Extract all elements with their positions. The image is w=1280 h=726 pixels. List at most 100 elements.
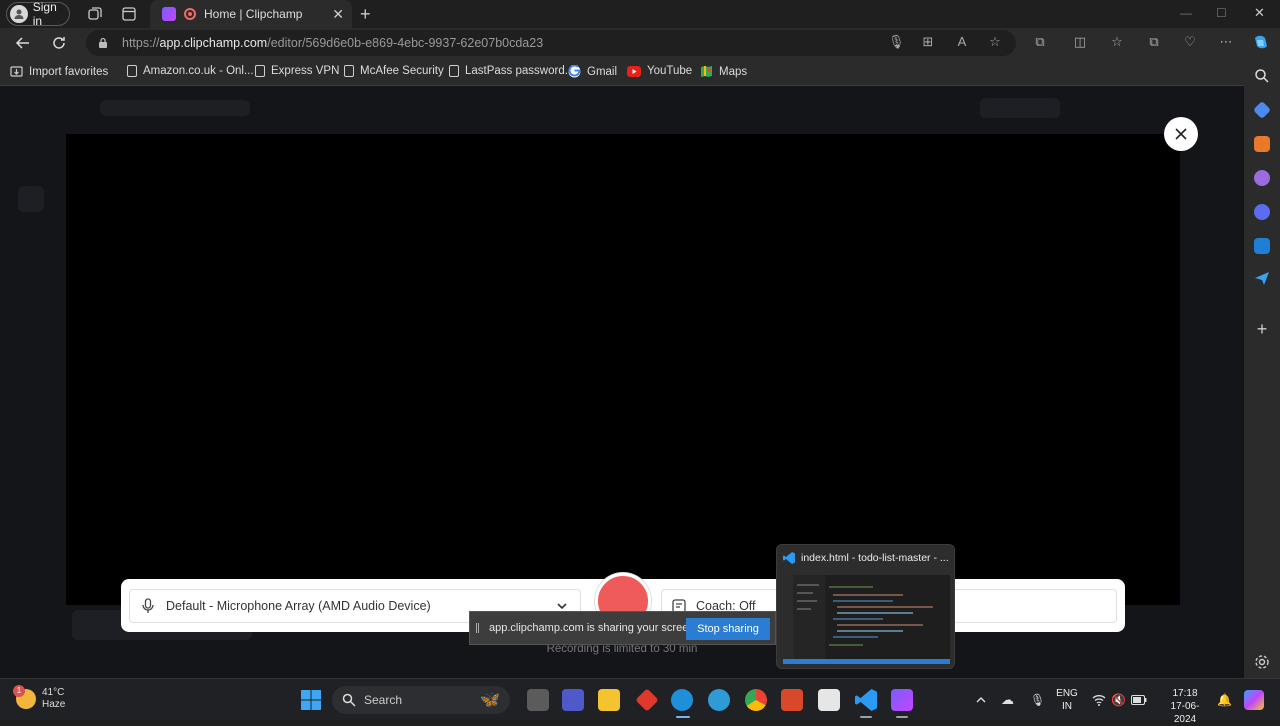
- microsoft-store-icon[interactable]: [818, 689, 840, 711]
- onedrive-icon[interactable]: ☁: [1001, 679, 1014, 721]
- language-code: ENG: [1056, 688, 1078, 699]
- close-window-icon[interactable]: ✕: [1254, 5, 1265, 21]
- page-icon: [449, 65, 459, 77]
- bookmark-youtube[interactable]: YouTube: [627, 65, 692, 77]
- search-icon[interactable]: [1254, 68, 1270, 84]
- workspaces-icon[interactable]: [86, 5, 104, 23]
- teams-icon[interactable]: [562, 689, 584, 711]
- language-indicator[interactable]: ENG IN: [1054, 687, 1080, 713]
- recording-indicator-icon: [184, 8, 196, 20]
- bookmark-gmail[interactable]: Gmail: [568, 65, 617, 78]
- wifi-icon[interactable]: [1092, 679, 1106, 721]
- drag-handle-icon[interactable]: [476, 623, 479, 633]
- file-explorer-icon[interactable]: [598, 689, 620, 711]
- outlook-icon[interactable]: [1254, 238, 1270, 254]
- tab-actions-icon[interactable]: [120, 5, 138, 23]
- windows-taskbar: 1 41°C Haze Search 🦋 ☁ 🎙 ENG IN 🔇 17:18 …: [0, 678, 1280, 725]
- drop-send-icon[interactable]: [1254, 270, 1270, 286]
- clock-time: 17:18: [1172, 688, 1198, 699]
- search-icon: [342, 693, 356, 707]
- url-prefix: https://: [122, 36, 160, 50]
- page-icon: [344, 65, 354, 77]
- more-menu-icon[interactable]: ⋯: [1218, 34, 1234, 50]
- add-sidebar-app-icon[interactable]: +: [1254, 320, 1270, 338]
- red-app-icon[interactable]: [635, 688, 659, 712]
- mic-tray-icon[interactable]: 🎙: [1030, 679, 1045, 721]
- page-icon: [127, 65, 137, 77]
- system-clock[interactable]: 17:18 17-06-2024: [1160, 687, 1210, 726]
- new-tab-icon[interactable]: +: [360, 4, 371, 25]
- edge-sidebar: +: [1244, 58, 1280, 678]
- search-placeholder: Search: [364, 693, 403, 707]
- title-bar: Sign in Home | Clipchamp ✕ + — ☐ ✕: [0, 0, 1280, 28]
- games-icon[interactable]: [1254, 170, 1270, 186]
- sidebar-settings-icon[interactable]: [1254, 654, 1270, 670]
- weather-condition: Haze: [42, 699, 66, 710]
- bookmark-mcafee[interactable]: McAfee Security: [344, 65, 444, 77]
- back-icon[interactable]: [14, 34, 32, 52]
- notifications-bell-icon[interactable]: 🔔: [1217, 679, 1232, 721]
- volume-muted-icon[interactable]: 🔇: [1111, 679, 1126, 721]
- clock-date: 17-06-2024: [1170, 701, 1200, 725]
- weather-widget[interactable]: 1 41°C Haze: [13, 685, 66, 711]
- internet-explorer-icon[interactable]: [708, 689, 730, 711]
- clipchamp-taskbar-icon[interactable]: [891, 689, 913, 711]
- start-button[interactable]: [300, 689, 322, 711]
- microphone-icon[interactable]: 🎙: [888, 34, 905, 50]
- window-thumbnail: [783, 575, 950, 664]
- copilot-icon[interactable]: [1252, 34, 1270, 52]
- bookmark-label: McAfee Security: [360, 65, 444, 77]
- bookmark-label: Import favorites: [29, 65, 109, 78]
- tab-clipchamp[interactable]: Home | Clipchamp ✕: [150, 0, 352, 28]
- stop-sharing-button[interactable]: Stop sharing: [686, 618, 770, 640]
- microphone-value: Default - Microphone Array (AMD Audio De…: [166, 599, 431, 613]
- copilot-taskbar-icon[interactable]: [1244, 690, 1264, 710]
- close-recorder-button[interactable]: [1164, 117, 1198, 151]
- screen-sharing-bar: app.clipchamp.com is sharing your screen…: [469, 611, 776, 645]
- chrome-icon[interactable]: [745, 689, 767, 711]
- address-bar[interactable]: https://app.clipchamp.com/editor/569d6e0…: [86, 30, 1016, 56]
- refresh-icon[interactable]: [50, 34, 68, 52]
- task-view-icon[interactable]: [527, 689, 549, 711]
- sign-in-button[interactable]: Sign in: [6, 0, 70, 28]
- taskbar-search[interactable]: Search 🦋: [332, 686, 510, 714]
- bookmark-label: Express VPN: [271, 65, 340, 77]
- microsoft-365-icon[interactable]: [1254, 204, 1270, 220]
- url-host: app.clipchamp.com: [159, 36, 268, 50]
- shopping-tag-icon[interactable]: [1252, 100, 1272, 120]
- bookmark-lastpass[interactable]: LastPass password...: [449, 65, 574, 77]
- microphone-icon: [142, 598, 154, 613]
- minimize-icon[interactable]: —: [1180, 6, 1192, 20]
- collections-icon[interactable]: ⧉: [1146, 34, 1162, 50]
- read-aloud-icon[interactable]: A: [954, 34, 970, 50]
- edge-icon[interactable]: [671, 689, 693, 711]
- bookmark-label: Amazon.co.uk - Onl...: [143, 65, 254, 77]
- chevron-up-icon: [976, 697, 986, 703]
- google-icon: [568, 65, 581, 78]
- taskbar-window-preview[interactable]: index.html - todo-list-master - ...: [776, 544, 955, 669]
- tools-icon[interactable]: [1254, 136, 1270, 152]
- page-icon: [255, 65, 265, 77]
- region-code: IN: [1062, 701, 1072, 712]
- temperature: 41°C: [42, 687, 65, 698]
- favorite-star-icon[interactable]: ☆: [987, 34, 1003, 50]
- split-screen-icon[interactable]: ◫: [1072, 34, 1088, 50]
- bookmark-import-favorites[interactable]: Import favorites: [10, 65, 108, 78]
- favorites-icon[interactable]: ☆: [1109, 34, 1125, 50]
- close-tab-icon[interactable]: ✕: [332, 6, 344, 23]
- show-hidden-icons[interactable]: [976, 679, 986, 721]
- bookmark-maps[interactable]: Maps: [700, 65, 747, 78]
- vscode-taskbar-icon[interactable]: [855, 689, 877, 711]
- battery-icon[interactable]: [1131, 679, 1147, 721]
- app-available-icon[interactable]: ⊞: [920, 34, 936, 50]
- browser-essentials-icon[interactable]: ♡: [1182, 34, 1198, 50]
- navigation-bar: https://app.clipchamp.com/editor/569d6e0…: [0, 28, 1280, 58]
- bookmark-express-vpn[interactable]: Express VPN: [255, 65, 339, 77]
- lock-icon: [99, 37, 107, 48]
- running-indicator: [860, 716, 872, 718]
- bookmark-amazon[interactable]: Amazon.co.uk - Onl...: [127, 65, 254, 77]
- butterfly-highlight-icon: 🦋: [480, 692, 500, 709]
- mcafee-taskbar-icon[interactable]: [781, 689, 803, 711]
- extensions-icon[interactable]: ⧉: [1032, 34, 1048, 50]
- maximize-icon[interactable]: ☐: [1216, 6, 1227, 20]
